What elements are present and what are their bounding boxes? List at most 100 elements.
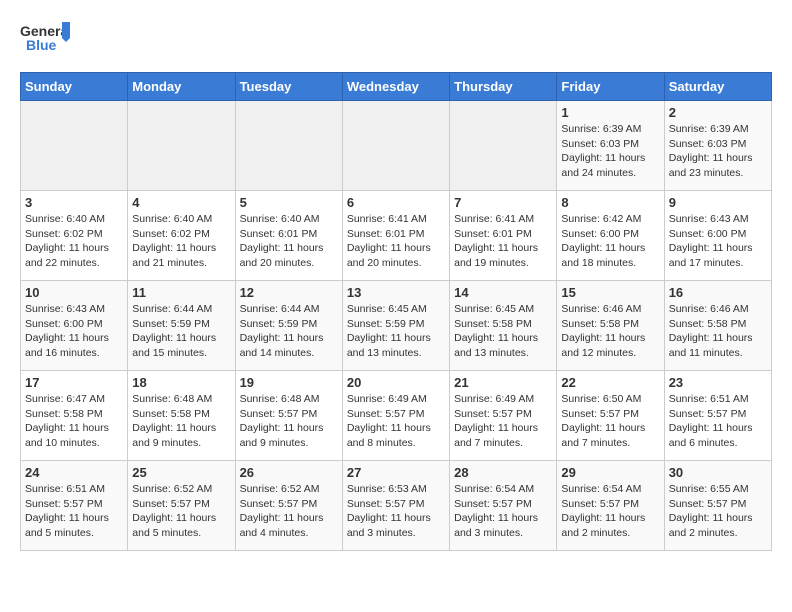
day-info: Sunrise: 6:49 AM Sunset: 5:57 PM Dayligh…	[347, 392, 445, 451]
day-number: 25	[132, 465, 230, 480]
calendar-cell: 11 Sunrise: 6:44 AM Sunset: 5:59 PM Dayli…	[128, 281, 235, 371]
day-info: Sunrise: 6:54 AM Sunset: 5:57 PM Dayligh…	[454, 482, 552, 541]
calendar-cell: 3 Sunrise: 6:40 AM Sunset: 6:02 PM Daylig…	[21, 191, 128, 281]
day-info: Sunrise: 6:47 AM Sunset: 5:58 PM Dayligh…	[25, 392, 123, 451]
weekday-header: Friday	[557, 73, 664, 101]
day-number: 10	[25, 285, 123, 300]
calendar-cell: 9 Sunrise: 6:43 AM Sunset: 6:00 PM Daylig…	[664, 191, 771, 281]
header: General Blue	[20, 20, 772, 62]
day-info: Sunrise: 6:48 AM Sunset: 5:57 PM Dayligh…	[240, 392, 338, 451]
calendar-cell: 8 Sunrise: 6:42 AM Sunset: 6:00 PM Daylig…	[557, 191, 664, 281]
calendar-cell: 24 Sunrise: 6:51 AM Sunset: 5:57 PM Dayli…	[21, 461, 128, 551]
calendar-cell: 22 Sunrise: 6:50 AM Sunset: 5:57 PM Dayli…	[557, 371, 664, 461]
calendar-cell: 20Sunrise: 6:49 AM Sunset: 5:57 PM Dayli…	[342, 371, 449, 461]
calendar-cell: 29Sunrise: 6:54 AM Sunset: 5:57 PM Dayli…	[557, 461, 664, 551]
weekday-header: Thursday	[450, 73, 557, 101]
day-number: 24	[25, 465, 123, 480]
day-info: Sunrise: 6:55 AM Sunset: 5:57 PM Dayligh…	[669, 482, 767, 541]
day-info: Sunrise: 6:46 AM Sunset: 5:58 PM Dayligh…	[669, 302, 767, 361]
logo: General Blue	[20, 20, 70, 62]
calendar-week-row: 1 Sunrise: 6:39 AM Sunset: 6:03 PM Daylig…	[21, 101, 772, 191]
day-info: Sunrise: 6:40 AM Sunset: 6:02 PM Dayligh…	[132, 212, 230, 271]
day-number: 3	[25, 195, 123, 210]
calendar-cell: 5 Sunrise: 6:40 AM Sunset: 6:01 PM Daylig…	[235, 191, 342, 281]
day-number: 30	[669, 465, 767, 480]
day-number: 19	[240, 375, 338, 390]
day-number: 5	[240, 195, 338, 210]
calendar-cell: 27 Sunrise: 6:53 AM Sunset: 5:57 PM Dayli…	[342, 461, 449, 551]
day-info: Sunrise: 6:51 AM Sunset: 5:57 PM Dayligh…	[669, 392, 767, 451]
logo-svg: General Blue	[20, 20, 70, 62]
day-info: Sunrise: 6:48 AM Sunset: 5:58 PM Dayligh…	[132, 392, 230, 451]
weekday-header: Saturday	[664, 73, 771, 101]
day-info: Sunrise: 6:50 AM Sunset: 5:57 PM Dayligh…	[561, 392, 659, 451]
calendar-cell	[21, 101, 128, 191]
calendar-cell	[128, 101, 235, 191]
calendar-cell: 10 Sunrise: 6:43 AM Sunset: 6:00 PM Dayli…	[21, 281, 128, 371]
day-number: 2	[669, 105, 767, 120]
day-info: Sunrise: 6:42 AM Sunset: 6:00 PM Dayligh…	[561, 212, 659, 271]
calendar-cell: 26 Sunrise: 6:52 AM Sunset: 5:57 PM Dayli…	[235, 461, 342, 551]
day-info: Sunrise: 6:52 AM Sunset: 5:57 PM Dayligh…	[240, 482, 338, 541]
calendar-cell: 28 Sunrise: 6:54 AM Sunset: 5:57 PM Dayli…	[450, 461, 557, 551]
day-number: 22	[561, 375, 659, 390]
day-info: Sunrise: 6:39 AM Sunset: 6:03 PM Dayligh…	[669, 122, 767, 181]
day-number: 7	[454, 195, 552, 210]
day-info: Sunrise: 6:46 AM Sunset: 5:58 PM Dayligh…	[561, 302, 659, 361]
calendar-table: SundayMondayTuesdayWednesdayThursdayFrid…	[20, 72, 772, 551]
day-number: 16	[669, 285, 767, 300]
calendar-cell: 1Sunrise: 6:39 AM Sunset: 6:03 PM Daylig…	[557, 101, 664, 191]
calendar-cell: 16 Sunrise: 6:46 AM Sunset: 5:58 PM Dayli…	[664, 281, 771, 371]
svg-text:Blue: Blue	[26, 37, 57, 53]
day-number: 21	[454, 375, 552, 390]
day-number: 15	[561, 285, 659, 300]
day-info: Sunrise: 6:44 AM Sunset: 5:59 PM Dayligh…	[132, 302, 230, 361]
day-number: 4	[132, 195, 230, 210]
day-number: 12	[240, 285, 338, 300]
day-number: 23	[669, 375, 767, 390]
day-info: Sunrise: 6:44 AM Sunset: 5:59 PM Dayligh…	[240, 302, 338, 361]
day-number: 9	[669, 195, 767, 210]
day-number: 18	[132, 375, 230, 390]
weekday-header: Sunday	[21, 73, 128, 101]
day-number: 26	[240, 465, 338, 480]
day-info: Sunrise: 6:43 AM Sunset: 6:00 PM Dayligh…	[669, 212, 767, 271]
day-info: Sunrise: 6:54 AM Sunset: 5:57 PM Dayligh…	[561, 482, 659, 541]
calendar-cell: 19 Sunrise: 6:48 AM Sunset: 5:57 PM Dayli…	[235, 371, 342, 461]
day-number: 27	[347, 465, 445, 480]
calendar-cell	[450, 101, 557, 191]
day-info: Sunrise: 6:53 AM Sunset: 5:57 PM Dayligh…	[347, 482, 445, 541]
calendar-cell: 13 Sunrise: 6:45 AM Sunset: 5:59 PM Dayli…	[342, 281, 449, 371]
day-info: Sunrise: 6:40 AM Sunset: 6:01 PM Dayligh…	[240, 212, 338, 271]
calendar-cell: 18 Sunrise: 6:48 AM Sunset: 5:58 PM Dayli…	[128, 371, 235, 461]
calendar-cell: 14Sunrise: 6:45 AM Sunset: 5:58 PM Dayli…	[450, 281, 557, 371]
day-info: Sunrise: 6:45 AM Sunset: 5:59 PM Dayligh…	[347, 302, 445, 361]
calendar-cell: 30 Sunrise: 6:55 AM Sunset: 5:57 PM Dayli…	[664, 461, 771, 551]
calendar-cell: 6 Sunrise: 6:41 AM Sunset: 6:01 PM Daylig…	[342, 191, 449, 281]
day-number: 8	[561, 195, 659, 210]
calendar-cell	[342, 101, 449, 191]
calendar-week-row: 24 Sunrise: 6:51 AM Sunset: 5:57 PM Dayli…	[21, 461, 772, 551]
calendar-cell: 4 Sunrise: 6:40 AM Sunset: 6:02 PM Daylig…	[128, 191, 235, 281]
day-number: 6	[347, 195, 445, 210]
calendar-cell: 15 Sunrise: 6:46 AM Sunset: 5:58 PM Dayli…	[557, 281, 664, 371]
day-info: Sunrise: 6:41 AM Sunset: 6:01 PM Dayligh…	[347, 212, 445, 271]
day-info: Sunrise: 6:43 AM Sunset: 6:00 PM Dayligh…	[25, 302, 123, 361]
calendar-cell: 7 Sunrise: 6:41 AM Sunset: 6:01 PM Daylig…	[450, 191, 557, 281]
day-info: Sunrise: 6:40 AM Sunset: 6:02 PM Dayligh…	[25, 212, 123, 271]
day-info: Sunrise: 6:45 AM Sunset: 5:58 PM Dayligh…	[454, 302, 552, 361]
header-row: SundayMondayTuesdayWednesdayThursdayFrid…	[21, 73, 772, 101]
day-number: 11	[132, 285, 230, 300]
calendar-cell: 25Sunrise: 6:52 AM Sunset: 5:57 PM Dayli…	[128, 461, 235, 551]
day-info: Sunrise: 6:51 AM Sunset: 5:57 PM Dayligh…	[25, 482, 123, 541]
weekday-header: Monday	[128, 73, 235, 101]
day-number: 28	[454, 465, 552, 480]
weekday-header: Wednesday	[342, 73, 449, 101]
day-number: 1	[561, 105, 659, 120]
calendar-week-row: 3 Sunrise: 6:40 AM Sunset: 6:02 PM Daylig…	[21, 191, 772, 281]
day-number: 13	[347, 285, 445, 300]
calendar-cell: 23 Sunrise: 6:51 AM Sunset: 5:57 PM Dayli…	[664, 371, 771, 461]
weekday-header: Tuesday	[235, 73, 342, 101]
calendar-cell: 12 Sunrise: 6:44 AM Sunset: 5:59 PM Dayli…	[235, 281, 342, 371]
day-info: Sunrise: 6:41 AM Sunset: 6:01 PM Dayligh…	[454, 212, 552, 271]
